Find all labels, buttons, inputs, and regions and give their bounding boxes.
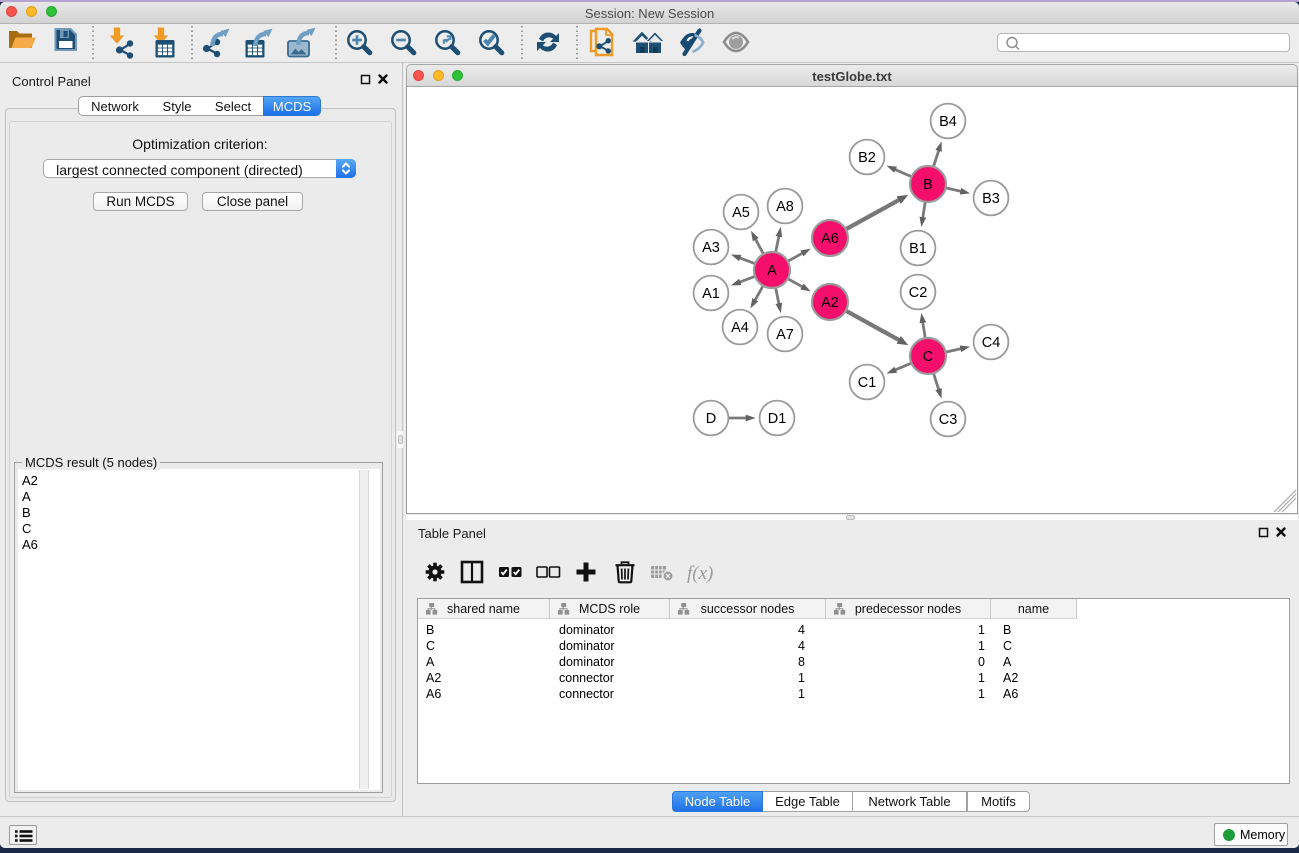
svg-text:A: A	[767, 263, 777, 279]
svg-text:B1: B1	[909, 241, 927, 257]
svg-text:f(x): f(x)	[687, 563, 713, 584]
svg-text:B2: B2	[858, 150, 876, 166]
svg-text:C1: C1	[857, 375, 876, 391]
svg-text:D1: D1	[767, 411, 786, 427]
svg-text:C2: C2	[908, 285, 927, 301]
svg-text:C3: C3	[938, 412, 957, 428]
svg-text:A3: A3	[702, 240, 720, 256]
svg-text:A7: A7	[776, 327, 794, 343]
svg-text:A8: A8	[776, 199, 794, 215]
svg-text:B3: B3	[982, 191, 1000, 207]
svg-text:A6: A6	[821, 231, 839, 247]
svg-text:A1: A1	[702, 286, 720, 302]
svg-text:A5: A5	[732, 205, 750, 221]
svg-text:A2: A2	[821, 295, 839, 311]
svg-text:B4: B4	[939, 114, 957, 130]
svg-text:C4: C4	[981, 335, 1000, 351]
svg-text:D: D	[705, 411, 715, 427]
svg-text:C: C	[922, 349, 932, 365]
svg-text:A4: A4	[731, 320, 749, 336]
svg-text:B: B	[923, 177, 933, 193]
